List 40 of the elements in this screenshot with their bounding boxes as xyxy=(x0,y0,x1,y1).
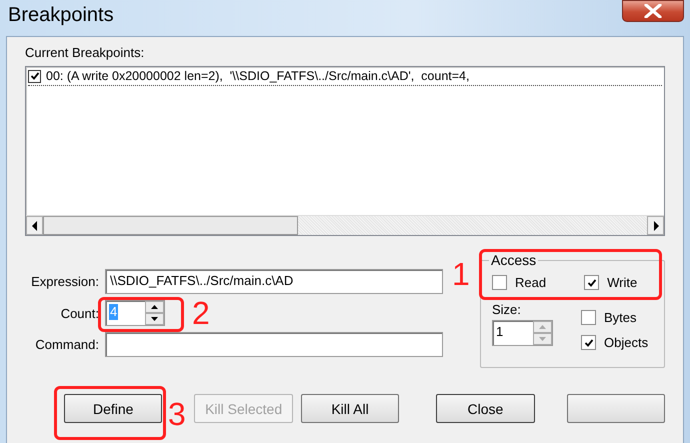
right-arrow-icon xyxy=(652,220,658,230)
checkbox-label: Objects xyxy=(604,335,648,350)
checkbox-label: Write xyxy=(607,275,638,290)
window-title: Breakpoints xyxy=(8,4,114,26)
close-icon xyxy=(643,4,663,18)
up-arrow-icon xyxy=(151,305,158,309)
size-label: Size: xyxy=(492,302,522,317)
checkbox-label: Bytes xyxy=(604,310,637,325)
checkbox[interactable] xyxy=(28,70,41,82)
checkbox-label: Read xyxy=(515,275,546,290)
up-arrow-icon xyxy=(539,325,546,329)
dialog-button[interactable]: Close xyxy=(436,394,535,423)
horizontal-scrollbar[interactable] xyxy=(26,215,664,235)
dialog-button[interactable] xyxy=(566,394,666,423)
down-arrow-icon xyxy=(539,337,546,341)
dialog-button[interactable]: Define xyxy=(64,394,162,423)
expression-label: Expression: xyxy=(30,274,99,289)
check-icon xyxy=(30,71,40,81)
breakpoint-entry[interactable]: 00: (A write 0x20000002 len=2), '\\SDIO_FATFS\../Src/main.c\AD', count=4, xyxy=(46,69,470,83)
check-icon xyxy=(584,338,594,348)
annotation-number: 2 xyxy=(192,297,210,329)
checkbox[interactable] xyxy=(584,275,600,290)
access-title: Access xyxy=(489,252,538,268)
expression-field[interactable]: \\SDIO_FATFS\../Src/main.c\AD xyxy=(105,269,443,294)
breakpoint-list[interactable]: 00: (A write 0x20000002 len=2), '\\SDIO_FATFS\../Src/main.c\AD', count=4, xyxy=(25,66,665,236)
left-arrow-icon xyxy=(32,220,38,230)
count-label: Count: xyxy=(60,306,99,320)
breakpoints-label: Current Breakpoints: xyxy=(25,45,146,60)
dialog-button[interactable]: Kill All xyxy=(300,394,400,423)
check-icon xyxy=(586,278,597,288)
annotation-number: 3 xyxy=(168,398,186,430)
annotation-number: 1 xyxy=(452,258,470,290)
size-spinbox[interactable]: 1 xyxy=(492,320,553,346)
close-button[interactable] xyxy=(622,0,684,22)
checkbox[interactable] xyxy=(581,335,596,350)
command-field[interactable] xyxy=(105,332,443,357)
checkbox[interactable] xyxy=(492,275,507,290)
command-label: Command: xyxy=(34,337,99,352)
down-arrow-icon xyxy=(151,317,158,321)
checkbox[interactable] xyxy=(581,310,596,325)
